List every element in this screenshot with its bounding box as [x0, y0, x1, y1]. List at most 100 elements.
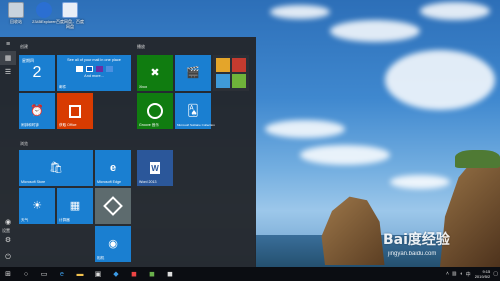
greenery — [455, 150, 500, 168]
cloud — [300, 145, 390, 165]
rock-formation — [321, 196, 385, 265]
desktop-icon-label: 百度网盘，百度网盘 — [56, 19, 84, 29]
word-icon: W — [150, 162, 160, 174]
calendar-day: 星期四 — [22, 58, 34, 63]
store-taskbar-icon[interactable]: ▣ — [92, 267, 104, 281]
taskbar: ⊞ ○ ▭ e ▬ ▣ ◆ ◼ ◼ ◼ ˄ ▥ ◖ 中 9:15 2019/5/… — [0, 267, 500, 281]
browser-icon — [36, 2, 52, 18]
tile-alarms[interactable]: ⏰ 闹钟和时钟 — [19, 93, 55, 129]
tile-label: 计算器 — [59, 218, 70, 222]
shopping-bag-icon: 🛍 — [49, 161, 63, 174]
tile-label: Xbox — [139, 85, 148, 89]
app-taskbar-icon[interactable]: ◼ — [128, 267, 140, 281]
office-icon — [69, 104, 81, 118]
calendar-date: 2 — [32, 64, 42, 81]
app-taskbar-icon[interactable]: ◼ — [146, 267, 158, 281]
cloud — [420, 2, 490, 20]
film-icon: 🎬 — [186, 66, 200, 79]
desktop-icon-label: 回收站 — [10, 19, 22, 24]
tile-movies[interactable]: 🎬 — [175, 55, 211, 91]
group-title: 播放 — [137, 44, 145, 49]
sun-icon: ☀ — [32, 199, 42, 212]
tile-store[interactable]: 🛍 Microsoft Store — [19, 150, 93, 186]
clock[interactable]: 9:15 2019/5/2 — [475, 269, 491, 279]
tile-label: Microsoft Edge — [97, 180, 121, 184]
power-icon[interactable]: ⏻ — [0, 251, 16, 265]
gmail-icon — [75, 66, 83, 72]
notification-icon[interactable]: ▢ — [493, 271, 498, 277]
tile-word[interactable]: W Word 2013 — [137, 150, 173, 186]
playing-cards-icon: 🂡 — [187, 104, 199, 117]
network-icon[interactable]: ▥ — [452, 271, 457, 277]
cloud — [265, 120, 345, 138]
app-taskbar-icon[interactable]: ◼ — [164, 267, 176, 281]
calculator-icon: ▦ — [69, 199, 81, 212]
tile-app[interactable] — [95, 188, 131, 224]
watermark-logo: Bai度经验 — [383, 232, 450, 248]
clock-date: 2019/5/2 — [474, 274, 491, 279]
tile-label: 获取 Office — [59, 123, 77, 127]
settings-gear-icon[interactable]: ⚙ — [0, 233, 16, 247]
tile-calendar[interactable]: 星期四 2 — [19, 55, 55, 91]
start-menu: ≡ ▦ ☰ ◉ 设置 ⚙ ⏻ 创建 播放 浏览 星期四 2 See all of… — [0, 37, 256, 267]
groove-disc-icon — [147, 103, 163, 119]
hamburger-menu-icon[interactable]: ≡ — [0, 37, 16, 51]
desktop-icon-label: 2345Explorer — [32, 19, 56, 24]
app-taskbar-icon[interactable]: ◆ — [110, 267, 122, 281]
chevron-up-icon[interactable]: ˄ — [446, 271, 449, 277]
alarm-clock-icon: ⏰ — [30, 104, 44, 117]
mail-sub: And more... — [84, 74, 104, 78]
tile-label: 闹钟和时钟 — [21, 123, 39, 127]
tile-weather[interactable]: ☀ 天气 — [19, 188, 55, 224]
cloud — [270, 5, 330, 19]
outlook-icon — [85, 66, 93, 72]
tile-calculator[interactable]: ▦ 计算器 — [57, 188, 93, 224]
mail-headline: See all of your mail in one place — [67, 58, 121, 62]
envelope-icon — [105, 66, 113, 72]
tile-mail[interactable]: See all of your mail in one place And mo… — [57, 55, 131, 91]
volume-icon[interactable]: ◖ — [460, 271, 463, 277]
tile-label: Word 2013 — [139, 180, 157, 184]
tile-solitaire[interactable]: 🂡 Microsoft Solitaire Collection — [175, 93, 215, 129]
tile-store-games[interactable] — [213, 55, 249, 91]
task-view-icon[interactable]: ▭ — [38, 267, 50, 281]
desktop-icon-browser[interactable]: 2345Explorer — [30, 2, 58, 24]
tile-label: Microsoft Store — [21, 180, 46, 184]
recycle-bin-icon — [8, 2, 24, 18]
start-button-icon[interactable]: ⊞ — [2, 267, 14, 281]
tile-xbox[interactable]: ✖ Xbox — [137, 55, 173, 91]
tile-groove[interactable]: Groove 音乐 — [137, 93, 173, 129]
tile-label: 相机 — [97, 256, 105, 260]
game-thumb — [216, 74, 230, 88]
game-thumb — [232, 74, 246, 88]
edge-taskbar-icon[interactable]: e — [56, 267, 68, 281]
cloud — [390, 175, 450, 189]
tile-get-office[interactable]: 获取 Office — [57, 93, 93, 129]
mail-services — [57, 66, 131, 72]
start-rail: ≡ ▦ ☰ ◉ 设置 ⚙ ⏻ — [0, 37, 16, 267]
tile-camera[interactable]: ◉ 相机 — [95, 226, 131, 262]
game-thumb — [232, 58, 246, 72]
group-title: 创建 — [20, 44, 28, 49]
user-avatar-icon[interactable]: ◉ — [0, 215, 16, 229]
cloud — [330, 20, 420, 42]
desktop-icon-recycle-bin[interactable]: 回收站 — [2, 2, 30, 24]
search-icon[interactable]: ○ — [20, 267, 32, 281]
tiles-view-icon[interactable]: ▦ — [0, 51, 16, 65]
tile-edge[interactable]: e Microsoft Edge — [95, 150, 131, 186]
game-thumb — [216, 58, 230, 72]
ime-indicator[interactable]: 中 — [466, 271, 471, 278]
netdisk-icon — [62, 2, 78, 18]
tile-label: Groove 音乐 — [139, 123, 159, 127]
rock-formation — [440, 155, 500, 267]
xbox-icon: ✖ — [150, 66, 160, 79]
file-explorer-icon[interactable]: ▬ — [74, 267, 86, 281]
watermark-url: jingyan.baidu.com — [388, 251, 437, 257]
group-title: 浏览 — [20, 141, 28, 146]
tile-label: 邮件 — [59, 85, 67, 89]
edge-icon: e — [109, 161, 117, 174]
cloud — [385, 50, 495, 110]
system-tray: ˄ ▥ ◖ 中 9:15 2019/5/2 ▢ — [443, 267, 498, 281]
desktop-icon-netdisk[interactable]: 百度网盘，百度网盘 — [56, 2, 84, 29]
all-apps-icon[interactable]: ☰ — [0, 65, 16, 79]
